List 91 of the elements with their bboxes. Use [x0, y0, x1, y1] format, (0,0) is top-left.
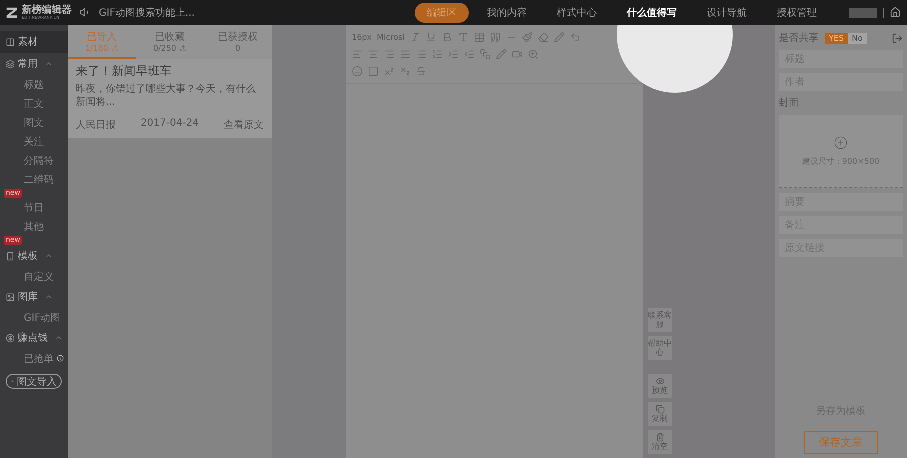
share-option[interactable]: YES: [825, 32, 848, 44]
share-option[interactable]: No: [848, 32, 867, 44]
sidebar-subitem[interactable]: 节日: [0, 198, 68, 217]
section-icon: [6, 292, 15, 302]
undo-icon[interactable]: [570, 32, 581, 42]
tab-count: 0: [235, 44, 241, 52]
section-icon: [6, 60, 15, 68]
sidebar-subitem[interactable]: 自定义: [0, 267, 68, 286]
exit-icon[interactable]: [892, 32, 903, 44]
article-date: 2017-04-24: [140, 118, 200, 131]
sidebar-subitem[interactable]: 关注: [0, 132, 68, 151]
superscript-icon[interactable]: [384, 66, 395, 76]
table-icon[interactable]: [474, 32, 485, 42]
nav-tab[interactable]: 什么值得写: [615, 2, 689, 22]
upload-icon[interactable]: [180, 44, 187, 52]
pencil-icon[interactable]: [554, 32, 565, 42]
layers-icon[interactable]: [480, 48, 491, 60]
chevron-icon[interactable]: [55, 334, 63, 342]
sidebar-subitem[interactable]: 二维码: [0, 170, 68, 189]
font-size-select[interactable]: 16px: [352, 32, 372, 42]
article-card[interactable]: 来了！新闻早班车 昨夜，你错过了哪些大事？今天，有什么新闻将... 人民日报 2017-04-24 查看原文: [68, 59, 272, 138]
tab-label: 已获授权: [218, 30, 258, 44]
font-color-icon[interactable]: [458, 32, 469, 42]
chevron-icon[interactable]: [45, 293, 53, 301]
tab-count: 0/250: [153, 44, 177, 52]
list-tab[interactable]: 已收藏 0/250: [136, 25, 204, 59]
info-icon: [57, 355, 64, 362]
article-summary: 昨夜，你错过了哪些大事？今天，有什么新闻将...: [76, 83, 257, 109]
sidebar-subitem[interactable]: 正文: [0, 94, 68, 113]
notice-text[interactable]: GIF动图搜索功能上...: [99, 6, 195, 20]
indent-icon[interactable]: [448, 48, 459, 60]
nav-tab[interactable]: 授权管理: [765, 2, 829, 22]
logo-title: 新榜编辑器: [22, 6, 72, 16]
list-tab[interactable]: 已获授权 0: [204, 25, 272, 59]
sidebar-item[interactable]: 模板: [0, 245, 68, 267]
eraser-icon[interactable]: [538, 32, 549, 42]
align-justify-icon[interactable]: [400, 48, 411, 60]
import-button[interactable]: 图文导入: [6, 374, 62, 389]
logo-icon: [6, 6, 18, 20]
tab-label: 已收藏: [155, 30, 185, 44]
frame-icon[interactable]: [368, 66, 379, 76]
nav-tab[interactable]: 设计导航: [695, 2, 759, 22]
align-center-icon[interactable]: [368, 48, 379, 60]
section-icon: [6, 252, 15, 260]
speaker-icon: [80, 7, 91, 18]
align-right-icon[interactable]: [384, 48, 395, 60]
sidebar-subitem[interactable]: 图文: [0, 113, 68, 132]
sidebar-item[interactable]: 图库: [0, 286, 68, 308]
sidebar-subitem[interactable]: 其他: [0, 217, 68, 236]
bold-icon[interactable]: [442, 32, 453, 42]
outdent-icon[interactable]: [464, 48, 475, 60]
copy-icon: [656, 405, 664, 414]
sidebar-subitem[interactable]: 已抢单: [0, 349, 68, 368]
strikethrough-icon[interactable]: [416, 66, 427, 76]
italic-icon[interactable]: [410, 32, 421, 42]
ordered-list-icon[interactable]: [432, 48, 443, 60]
nav-tab[interactable]: 样式中心: [545, 2, 609, 22]
sidebar-item[interactable]: 赚点钱: [0, 327, 68, 349]
nav-tab[interactable]: 编辑区: [415, 2, 469, 22]
quote-icon[interactable]: [490, 32, 501, 42]
emoji-icon[interactable]: [352, 66, 363, 76]
chevron-icon[interactable]: [45, 60, 53, 68]
subscript-icon[interactable]: [400, 66, 411, 76]
tab-label: 已导入: [87, 30, 117, 44]
sidebar-item[interactable]: 素材: [0, 31, 68, 53]
upload-icon[interactable]: [112, 44, 119, 52]
chevron-icon[interactable]: [45, 252, 53, 260]
sidebar-subitem[interactable]: 标题: [0, 75, 68, 94]
original-link[interactable]: 查看原文: [224, 118, 264, 132]
sidebar-subitem[interactable]: 分隔符: [0, 151, 68, 170]
trash-icon: [656, 433, 664, 442]
pen-icon[interactable]: [496, 48, 507, 60]
font-family-select[interactable]: Microsi: [377, 32, 405, 42]
section-icon: [6, 38, 15, 46]
nav-tab[interactable]: 我的内容: [475, 2, 539, 22]
video-icon[interactable]: [512, 48, 523, 60]
brush-icon[interactable]: [522, 32, 533, 42]
sidebar-item[interactable]: 常用: [0, 53, 68, 75]
eye-icon: [656, 377, 664, 386]
user-placeholder[interactable]: [849, 8, 877, 18]
editor-canvas[interactable]: 16px Microsi: [346, 25, 643, 458]
article-title: 来了！新闻早班车: [76, 63, 173, 80]
article-source: 人民日报: [76, 118, 116, 132]
add-icon: [834, 136, 848, 150]
section-icon: [6, 334, 15, 342]
tab-count: 1/180: [85, 44, 109, 52]
underline-icon[interactable]: [426, 32, 437, 42]
zoom-icon[interactable]: [528, 48, 539, 60]
align-left-icon[interactable]: [352, 48, 363, 60]
sidebar-subitem[interactable]: GIF动图: [0, 308, 68, 327]
home-icon[interactable]: [890, 7, 901, 18]
